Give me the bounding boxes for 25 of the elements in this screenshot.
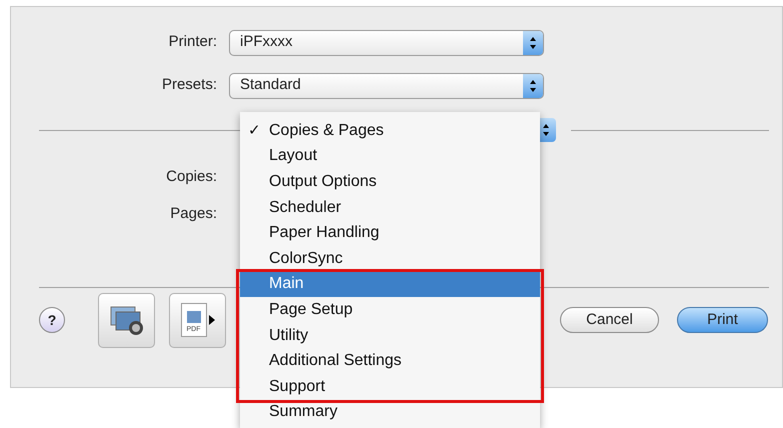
printer-popup[interactable]: iPFxxxx [229, 30, 544, 56]
stepper-arrows-icon [523, 30, 543, 54]
menu-item[interactable]: Additional Settings [240, 348, 540, 374]
help-button[interactable]: ? [39, 307, 65, 333]
menu-item[interactable]: Summary [240, 400, 540, 426]
presets-popup[interactable]: Standard [229, 72, 544, 98]
menu-item[interactable]: Utility [240, 322, 540, 348]
menu-item[interactable]: Layout [240, 144, 540, 170]
cancel-button[interactable]: Cancel [560, 307, 659, 333]
arrow-right-icon [208, 315, 214, 325]
menu-item[interactable]: Paper Handling [240, 220, 540, 246]
stepper-arrows-icon [523, 74, 543, 98]
copies-label: Copies: [165, 167, 218, 187]
menu-item[interactable]: Page Setup [240, 297, 540, 323]
check-mark: ✓ [248, 120, 262, 141]
presets-label: Presets: [160, 75, 218, 96]
menu-item[interactable]: Main [240, 272, 540, 298]
print-button[interactable]: Print [677, 307, 768, 333]
menu-item[interactable]: ✓ Copies & Pages [240, 118, 540, 144]
menu-item[interactable]: Output Options [240, 169, 540, 195]
menu-item[interactable]: Scheduler [240, 194, 540, 220]
printer-label: Printer: [168, 32, 218, 52]
menu-item[interactable]: ColorSync [240, 246, 540, 272]
preview-button[interactable] [98, 292, 155, 348]
pages-label: Pages: [169, 204, 218, 224]
